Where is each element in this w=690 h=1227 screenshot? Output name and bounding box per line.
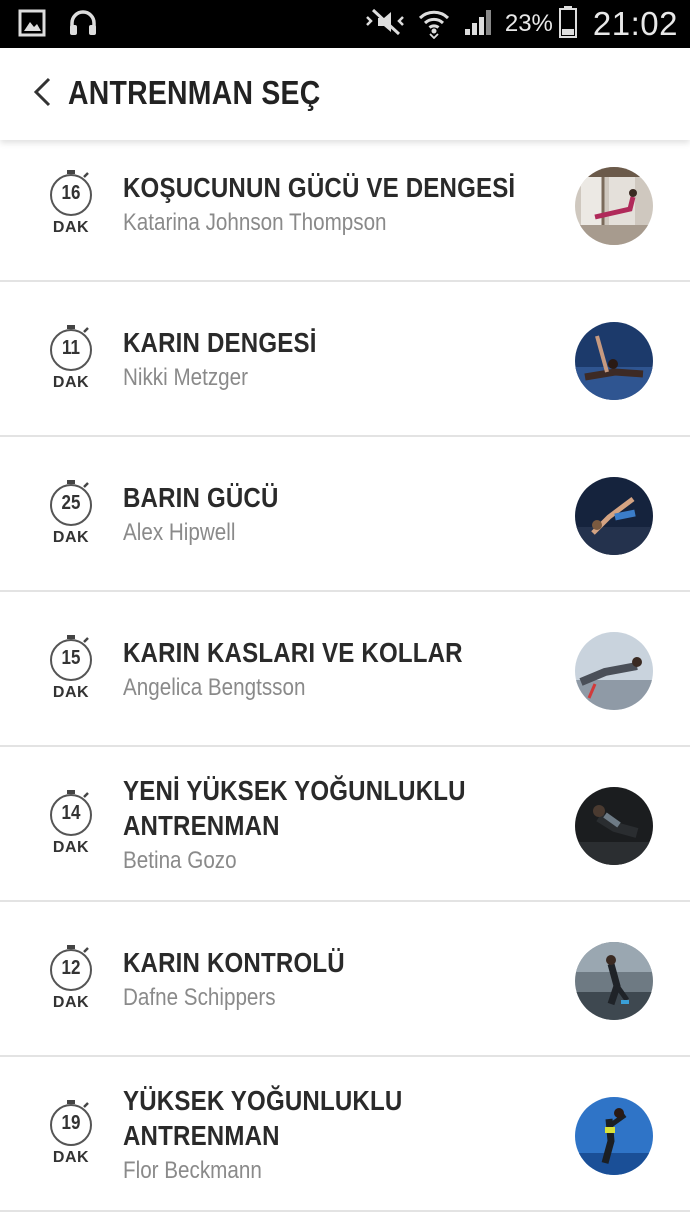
headphones-icon: [68, 9, 98, 42]
duration-unit: DAK: [52, 529, 90, 546]
workout-list-item[interactable]: 19 DAK YÜKSEK YOĞUNLUKLU ANTRENMAN Flor …: [0, 1057, 690, 1212]
workout-title: KARIN KASLARI VE KOLLAR: [123, 637, 463, 668]
back-button[interactable]: [22, 74, 62, 114]
trainer-name: Katarina Johnson Thompson: [123, 209, 387, 236]
duration-unit: DAK: [52, 374, 90, 391]
workout-list-item[interactable]: 15 DAK KARIN KASLARI VE KOLLAR Angelica …: [0, 592, 690, 747]
workout-title: KARIN KONTROLÜ: [123, 947, 345, 978]
workout-thumbnail: [575, 322, 653, 400]
duration-badge: 11 DAK: [44, 322, 98, 392]
workout-title: KARIN DENGESİ: [123, 327, 317, 358]
trainer-name: Flor Beckmann: [123, 1157, 262, 1184]
duration-badge: 15 DAK: [44, 632, 98, 702]
duration-minutes: 25: [61, 492, 81, 514]
workout-title: YÜKSEK YOĞUNLUKLU ANTRENMAN: [123, 1085, 403, 1151]
trainer-name: Dafne Schippers: [123, 984, 276, 1011]
workout-list-item[interactable]: 14 DAK YENİ YÜKSEK YOĞUNLUKLU ANTRENMAN …: [0, 747, 690, 902]
workout-list: 16 DAK KOŞUCUNUN GÜCÜ VE DENGESİ Katarin…: [0, 140, 690, 1212]
duration-minutes: 14: [61, 802, 81, 824]
workout-list-item[interactable]: 25 DAK BARIN GÜCÜ Alex Hipwell: [0, 437, 690, 592]
wifi-icon: [417, 5, 451, 44]
duration-badge: 19 DAK: [44, 1097, 98, 1167]
workout-thumbnail: [575, 477, 653, 555]
duration-unit: DAK: [52, 994, 90, 1011]
duration-minutes: 16: [61, 182, 81, 204]
battery-percent: 23%: [504, 10, 553, 37]
duration-minutes: 11: [62, 337, 80, 359]
duration-badge: 25 DAK: [44, 477, 98, 547]
signal-icon: [463, 7, 495, 42]
workout-title: KOŞUCUNUN GÜCÜ VE DENGESİ: [123, 172, 516, 203]
trainer-name: Alex Hipwell: [123, 519, 236, 546]
duration-minutes: 12: [61, 957, 81, 979]
gallery-notification-icon: [18, 9, 46, 42]
workout-thumbnail: [575, 167, 653, 245]
workout-title: BARIN GÜCÜ: [123, 482, 279, 513]
duration-unit: DAK: [52, 839, 90, 856]
workout-list-item[interactable]: 11 DAK KARIN DENGESİ Nikki Metzger: [0, 282, 690, 437]
duration-minutes: 19: [61, 1112, 81, 1134]
workout-thumbnail: [575, 632, 653, 710]
chevron-left-icon: [31, 76, 53, 113]
trainer-name: Betina Gozo: [123, 847, 237, 874]
workout-thumbnail: [575, 787, 653, 865]
duration-badge: 12 DAK: [44, 942, 98, 1012]
status-bar: 23% 21:02: [0, 0, 690, 48]
app-header: ANTRENMAN SEÇ: [0, 48, 690, 140]
duration-minutes: 15: [61, 647, 81, 669]
page-title: ANTRENMAN SEÇ: [68, 74, 321, 111]
workout-thumbnail: [575, 1097, 653, 1175]
clock: 21:02: [592, 5, 678, 42]
workout-list-item[interactable]: 16 DAK KOŞUCUNUN GÜCÜ VE DENGESİ Katarin…: [0, 140, 690, 282]
duration-unit: DAK: [52, 684, 90, 701]
duration-badge: 16 DAK: [44, 167, 98, 237]
duration-unit: DAK: [52, 219, 90, 236]
battery-icon: [558, 5, 577, 43]
duration-badge: 14 DAK: [44, 787, 98, 857]
workout-title: YENİ YÜKSEK YOĞUNLUKLU ANTRENMAN: [123, 775, 466, 841]
mute-vibrate-icon: [363, 7, 409, 42]
workout-thumbnail: [575, 942, 653, 1020]
workout-list-item[interactable]: 12 DAK KARIN KONTROLÜ Dafne Schippers: [0, 902, 690, 1057]
trainer-name: Nikki Metzger: [123, 364, 249, 391]
duration-unit: DAK: [52, 1149, 90, 1166]
trainer-name: Angelica Bengtsson: [123, 674, 306, 701]
